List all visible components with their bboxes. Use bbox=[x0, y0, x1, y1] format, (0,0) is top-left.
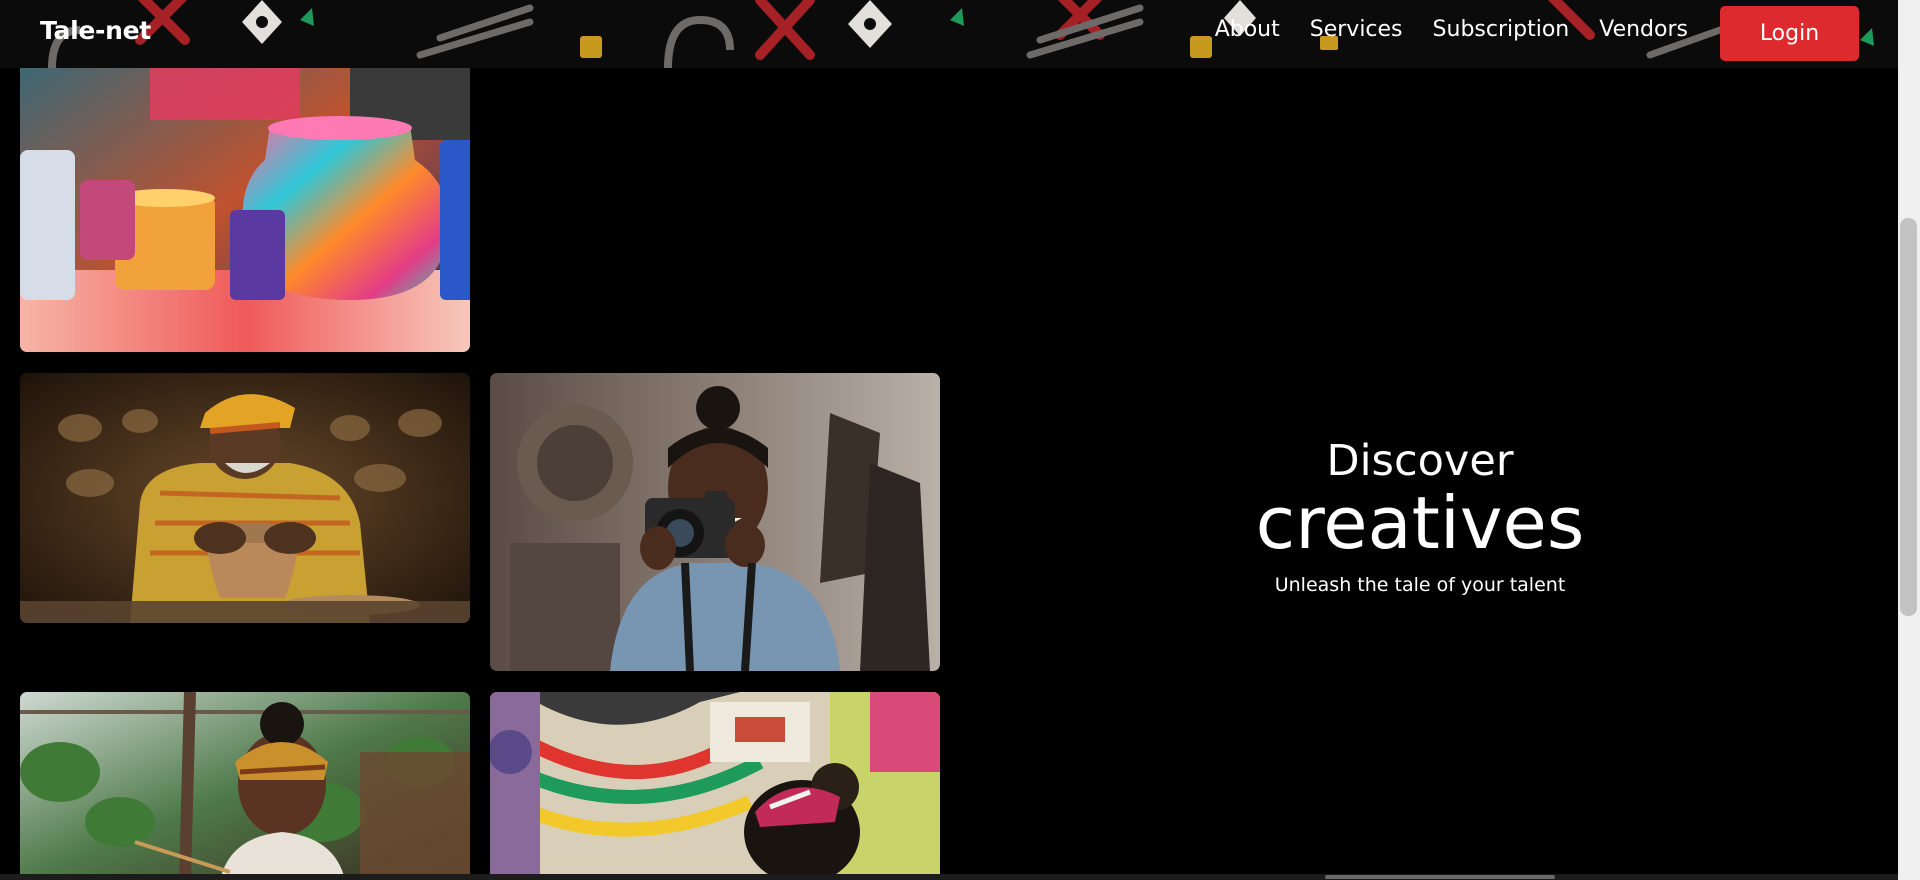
top-navbar: Tale-net About Services Subscription Ven… bbox=[0, 0, 1898, 68]
gallery-image-photographer[interactable] bbox=[490, 373, 940, 671]
hero-heading-discover: Discover bbox=[1326, 436, 1514, 486]
brand-logo[interactable]: Tale-net bbox=[40, 16, 151, 45]
potter-at-wheel-photo bbox=[20, 373, 470, 623]
nav-link-about[interactable]: About bbox=[1215, 17, 1280, 42]
hero-section: Discover creatives Unleash the tale of y… bbox=[1200, 436, 1640, 598]
hero-tagline: Unleash the tale of your talent bbox=[1274, 574, 1566, 596]
gallery-image-mural-artist[interactable] bbox=[490, 692, 940, 880]
photographer-with-camera-photo bbox=[490, 373, 940, 671]
nav-link-subscription[interactable]: Subscription bbox=[1433, 17, 1570, 42]
hero-heading-creatives: creatives bbox=[1255, 481, 1585, 565]
vertical-scrollbar[interactable] bbox=[1898, 0, 1920, 880]
gallery-image-potter[interactable] bbox=[20, 373, 470, 623]
gallery-image-woman-painting[interactable] bbox=[20, 692, 470, 880]
nav-link-services[interactable]: Services bbox=[1310, 17, 1403, 42]
login-button[interactable]: Login bbox=[1720, 6, 1859, 61]
nav-link-vendors[interactable]: Vendors bbox=[1599, 17, 1688, 42]
nav-links: About Services Subscription Vendors bbox=[1215, 17, 1688, 42]
horizontal-scrollbar[interactable] bbox=[0, 874, 1898, 880]
woman-by-mural-photo bbox=[490, 692, 940, 880]
painted-pottery-photo bbox=[20, 30, 470, 352]
woman-painting-photo bbox=[20, 692, 470, 880]
page: Tale-net About Services Subscription Ven… bbox=[0, 0, 1920, 880]
vertical-scrollbar-thumb[interactable] bbox=[1900, 218, 1917, 616]
horizontal-scrollbar-thumb[interactable] bbox=[1325, 875, 1555, 879]
gallery-image-painted-pottery[interactable] bbox=[20, 30, 470, 352]
